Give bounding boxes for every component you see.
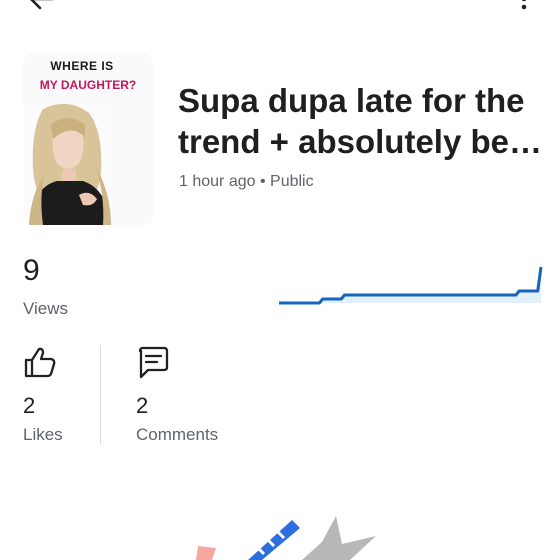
likes-count: 2: [23, 393, 36, 418]
stats-divider: [100, 345, 101, 445]
decorative-graphic: [196, 516, 376, 560]
views-label: Views: [23, 299, 69, 318]
likes-label: Likes: [23, 425, 63, 444]
views-chart-area: [279, 267, 541, 303]
thumbnail-caption-line2: MY DAUGHTER?: [39, 78, 137, 92]
views-count: 9: [23, 254, 40, 287]
thumbnail-photo: [23, 103, 113, 225]
upload-time: 1 hour ago: [179, 173, 256, 190]
arrow-left-icon[interactable]: [26, 0, 56, 12]
likes-stat: 2 Likes: [23, 345, 63, 444]
comments-stat: 2 Comments: [136, 345, 218, 444]
thumbs-up-icon: [24, 347, 56, 378]
visibility-status: Public: [270, 173, 314, 190]
comments-count: 2: [136, 393, 149, 418]
more-vertical-icon[interactable]: [514, 0, 534, 12]
thumbnail-caption-line1: WHERE IS: [50, 59, 114, 73]
comments-label: Comments: [136, 425, 219, 444]
video-thumbnail[interactable]: WHERE IS MY DAUGHTER?: [23, 53, 153, 225]
video-meta: 1 hour ago • Public: [179, 173, 314, 191]
top-bar: [0, 0, 560, 14]
views-sparkline-chart: [279, 266, 543, 305]
video-title[interactable]: Supa dupa late for the trend + absolutel…: [178, 80, 548, 162]
meta-separator: •: [259, 173, 266, 190]
comment-icon: [138, 346, 169, 379]
video-analytics-page: WHERE IS MY DAUGHTER? Supa dupa late for…: [0, 0, 560, 560]
